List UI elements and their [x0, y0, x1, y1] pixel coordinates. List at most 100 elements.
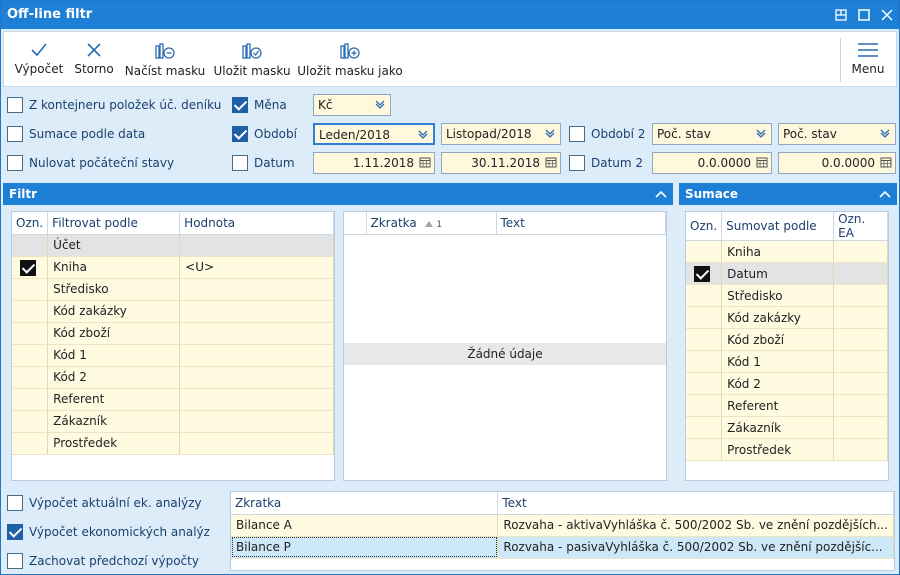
table-row[interactable]: Kód 1: [12, 344, 334, 367]
col-filtrovat-podle[interactable]: Filtrovat podle: [47, 212, 181, 235]
nulovat-label: Nulovat počáteční stavy: [29, 156, 175, 170]
sort-asc-icon: [424, 220, 433, 227]
col-ozn-ea[interactable]: Ozn. EA: [833, 212, 888, 241]
check-icon: [31, 43, 47, 57]
vypocet-aktualni-checkbox[interactable]: [7, 495, 23, 511]
ulozit-masku-jako-button[interactable]: Uložit masku jako: [297, 32, 403, 86]
table-row[interactable]: Účet: [12, 234, 334, 257]
maximize-icon[interactable]: [854, 5, 874, 25]
sumace-table: Ozn. Sumovat podle Ozn. EA Kniha Datum S…: [686, 212, 888, 461]
datum2-checkbox[interactable]: [569, 155, 585, 171]
storno-button[interactable]: Storno: [70, 32, 118, 86]
datum-to-input[interactable]: 30.11.2018: [441, 152, 561, 174]
nulovat-checkbox[interactable]: [7, 155, 23, 171]
table-row[interactable]: Kód zakázky: [12, 300, 334, 323]
sort-index: 1: [436, 219, 443, 230]
table-row[interactable]: Bilance A Rozvaha - aktivaVyhláška č. 50…: [231, 514, 894, 537]
title-bar: Off-line filtr: [1, 1, 899, 29]
col-text[interactable]: Text: [496, 212, 666, 235]
dock-icon[interactable]: [831, 5, 851, 25]
datum2-to-input[interactable]: 0.0.0000: [778, 152, 896, 174]
datum-checkbox[interactable]: [232, 155, 248, 171]
table-row[interactable]: Zákazník: [12, 410, 334, 433]
empty-label: Žádné údaje: [344, 343, 666, 365]
table-row[interactable]: Zákazník: [686, 416, 888, 439]
table-row[interactable]: Kód zboží: [12, 322, 334, 345]
obdobi2-checkbox[interactable]: [569, 126, 585, 142]
hamburger-icon: [858, 43, 878, 57]
table-row[interactable]: Kód 1: [686, 350, 888, 373]
obdobi2-label: Období 2: [591, 127, 646, 141]
vypocet-aktualni-label: Výpočet aktuální ek. analýzy: [29, 496, 202, 510]
obdobi-label: Období: [254, 127, 297, 141]
col-text[interactable]: Text: [497, 492, 894, 515]
cancel-icon: [87, 43, 101, 57]
ulozit-masku-button[interactable]: Uložit masku: [213, 32, 291, 86]
filtr-grid: Ozn. Filtrovat podle Hodnota Účet Kniha …: [11, 211, 335, 481]
close-icon[interactable]: [877, 5, 897, 25]
calendar-icon: [880, 157, 892, 168]
vypocet-button[interactable]: Výpočet: [14, 32, 64, 86]
datum2-label: Datum 2: [591, 156, 644, 170]
load-mask-icon: [155, 43, 175, 59]
table-row[interactable]: Referent: [12, 388, 334, 411]
dropdown-icon: [545, 129, 555, 138]
col-ozn[interactable]: Ozn.: [12, 212, 49, 235]
zachovat-checkbox[interactable]: [7, 553, 23, 569]
z-kontejneru-label: Z kontejneru položek úč. deníku: [29, 98, 222, 112]
filtr-table: Ozn. Filtrovat podle Hodnota Účet Kniha …: [12, 212, 334, 455]
collapse-icon[interactable]: [877, 186, 893, 202]
filtr-detail-grid: Zkratka 1 Text Žádné údaje: [343, 211, 667, 481]
datum-from-input[interactable]: 1.11.2018: [313, 152, 435, 174]
filtr-panel: Ozn. Filtrovat podle Hodnota Účet Kniha …: [3, 205, 673, 485]
mena-select[interactable]: Kč: [313, 94, 391, 116]
table-row[interactable]: Prostředek: [686, 438, 888, 461]
datum-label: Datum: [254, 156, 295, 170]
obdobi-from-select[interactable]: Leden/2018: [313, 123, 435, 145]
vypocet-ekonomickych-label: Výpočet ekonomických analýz: [29, 525, 210, 539]
collapse-icon[interactable]: [653, 186, 669, 202]
obdobi2-from-select[interactable]: Poč. stav: [652, 123, 772, 145]
filtr-detail-table: Zkratka 1 Text: [344, 212, 666, 235]
col-sumovat-podle[interactable]: Sumovat podle: [721, 212, 835, 241]
analyses-grid: Zkratka Text Bilance A Rozvaha - aktivaV…: [230, 491, 895, 571]
table-row[interactable]: Kniha <U>: [12, 256, 334, 279]
dropdown-icon: [756, 129, 766, 138]
table-row[interactable]: Referent: [686, 394, 888, 417]
analyses-table: Zkratka Text Bilance A Rozvaha - aktivaV…: [231, 492, 894, 559]
table-row[interactable]: Kód zakázky: [686, 306, 888, 329]
mena-checkbox[interactable]: [232, 97, 248, 113]
vypocet-ekonomickych-checkbox[interactable]: [7, 524, 23, 540]
nacist-masku-button[interactable]: Načíst masku: [125, 32, 205, 86]
col-hodnota[interactable]: Hodnota: [179, 212, 334, 235]
row-checkbox[interactable]: [20, 259, 36, 276]
table-row[interactable]: Prostředek: [12, 432, 334, 455]
table-row[interactable]: Středisko: [12, 278, 334, 301]
save-mask-as-icon: [340, 43, 360, 59]
sumace-podle-data-label: Sumace podle data: [29, 127, 146, 141]
offline-filter-window: Off-line filtr Výpočet Storno Načíst mas…: [0, 0, 900, 575]
table-row[interactable]: Kód 2: [12, 366, 334, 389]
table-row[interactable]: Bilance P Rozvaha - pasivaVyhláška č. 50…: [231, 536, 894, 559]
sumace-podle-data-checkbox[interactable]: [7, 126, 23, 142]
z-kontejneru-checkbox[interactable]: [7, 97, 23, 113]
menu-button[interactable]: Menu: [846, 32, 890, 86]
col-ozn[interactable]: Ozn.: [686, 212, 723, 241]
table-row[interactable]: Kód 2: [686, 372, 888, 395]
zachovat-label: Zachovat předchozí výpočty: [29, 554, 199, 568]
obdobi-checkbox[interactable]: [232, 126, 248, 142]
toolbar-separator: [840, 38, 841, 82]
table-row[interactable]: Středisko: [686, 284, 888, 307]
table-row[interactable]: Datum: [686, 262, 888, 285]
col-zkratka[interactable]: Zkratka 1: [366, 212, 497, 235]
datum2-from-input[interactable]: 0.0.0000: [652, 152, 772, 174]
table-row[interactable]: Kniha: [686, 240, 888, 263]
table-row[interactable]: Kód zboží: [686, 328, 888, 351]
calendar-icon: [419, 157, 431, 168]
obdobi-to-select[interactable]: Listopad/2018: [441, 123, 561, 145]
calendar-icon: [756, 157, 768, 168]
obdobi2-to-select[interactable]: Poč. stav: [778, 123, 896, 145]
col-zkratka[interactable]: Zkratka: [231, 492, 499, 515]
row-checkbox[interactable]: [694, 266, 710, 282]
toolbar: Výpočet Storno Načíst masku Uložit masku…: [3, 31, 897, 87]
